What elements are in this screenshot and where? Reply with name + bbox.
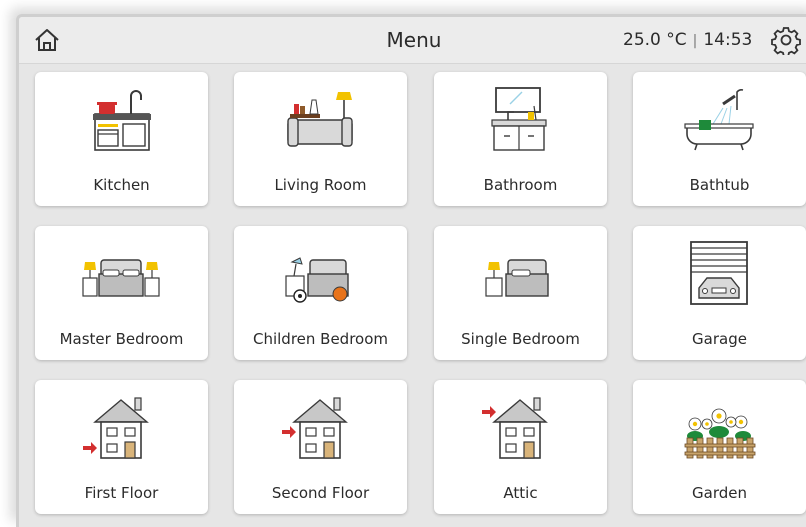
status-readout: 25.0 °C | 14:53 — [623, 17, 752, 63]
single-bedroom-icon — [485, 259, 549, 297]
tile-garage[interactable]: Garage — [633, 226, 806, 360]
second-floor-icon — [282, 397, 348, 459]
tile-label: Bathtub — [689, 176, 750, 194]
status-separator: | — [692, 33, 698, 49]
tile-label: Garden — [692, 484, 747, 502]
bathtub-icon — [684, 89, 754, 151]
master-bedroom-icon — [82, 259, 160, 297]
tile-label: First Floor — [84, 484, 159, 502]
tile-label: Second Floor — [271, 484, 370, 502]
tile-label: Garage — [692, 330, 747, 348]
tile-garden[interactable]: Garden — [633, 380, 806, 514]
device-screen: Menu 25.0 °C | 14:53 Kitchen Living Room… — [16, 14, 806, 527]
tile-label: Living Room — [274, 176, 367, 194]
tile-single-bedroom[interactable]: Single Bedroom — [434, 226, 607, 360]
tile-attic[interactable]: Attic — [434, 380, 607, 514]
garage-icon — [690, 241, 748, 305]
clock-readout: 14:53 — [703, 30, 753, 50]
tile-children-bedroom[interactable]: Children Bedroom — [234, 226, 407, 360]
attic-icon — [482, 397, 548, 459]
top-bar: Menu 25.0 °C | 14:53 — [19, 17, 806, 64]
kitchen-icon — [93, 90, 151, 151]
tile-label: Kitchen — [93, 176, 150, 194]
tile-bathroom[interactable]: Bathroom — [434, 72, 607, 206]
tile-label: Attic — [503, 484, 538, 502]
tile-second-floor[interactable]: Second Floor — [234, 380, 407, 514]
gear-icon[interactable] — [771, 25, 801, 55]
first-floor-icon — [83, 397, 149, 459]
tile-master-bedroom[interactable]: Master Bedroom — [35, 226, 208, 360]
tile-label: Single Bedroom — [461, 330, 580, 348]
children-bedroom-icon — [285, 257, 349, 303]
living-room-icon — [287, 92, 353, 147]
garden-icon — [684, 408, 756, 459]
tile-label: Master Bedroom — [59, 330, 184, 348]
bathroom-icon — [491, 87, 547, 151]
temperature-readout: 25.0 °C — [623, 30, 687, 50]
tile-kitchen[interactable]: Kitchen — [35, 72, 208, 206]
tile-label: Children Bedroom — [252, 330, 389, 348]
tile-first-floor[interactable]: First Floor — [35, 380, 208, 514]
tile-label: Bathroom — [483, 176, 558, 194]
tile-bathtub[interactable]: Bathtub — [633, 72, 806, 206]
tile-living-room[interactable]: Living Room — [234, 72, 407, 206]
